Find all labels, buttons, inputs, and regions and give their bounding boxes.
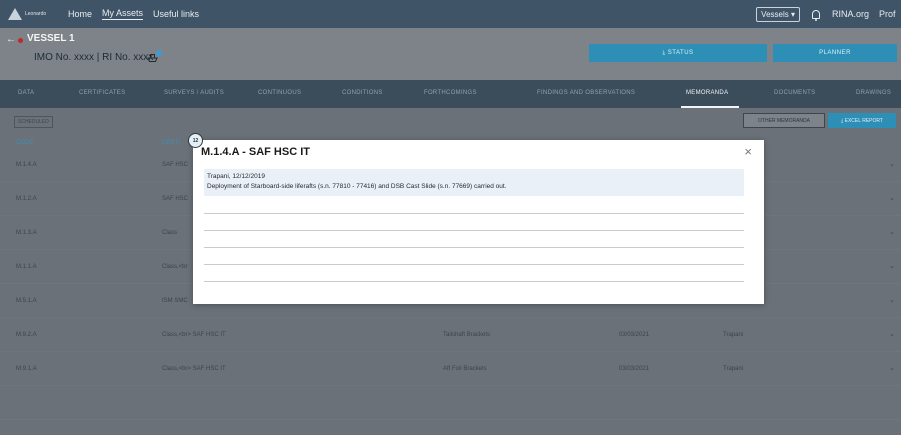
divider — [204, 247, 744, 248]
cell-code: M.1.2.A — [16, 196, 37, 202]
cell-code: M.9.1.A — [16, 366, 37, 372]
table-row[interactable]: M.9.2.A Class,<br> SAF HSC IT Tailshaft … — [0, 318, 901, 352]
vessel-imo: IMO No. xxxx | RI No. xxxx — [34, 52, 154, 63]
planner-button[interactable]: PLANNER — [773, 44, 897, 62]
divider — [204, 230, 744, 231]
dialog-title: M.1.4.A - SAF HSC IT — [201, 146, 310, 158]
divider — [204, 213, 744, 214]
leonardo-logo[interactable]: Leonardo — [8, 5, 58, 23]
profile-link[interactable]: Prof — [879, 9, 901, 19]
logo-text: Leonardo — [25, 11, 47, 17]
cell-certificate: Class,<br> SAF HSC IT — [162, 332, 226, 338]
tab-conditions[interactable]: CONDITIONS — [342, 90, 383, 96]
tab-findings[interactable]: FINDINGS AND OBSERVATIONS — [537, 90, 635, 96]
cell-certificate: ISM SMC — [162, 298, 188, 304]
cell-certificate: Class,<br — [162, 264, 188, 270]
column-header-code[interactable]: CODE — [16, 140, 33, 146]
vessel-header: ← VESSEL 1 IMO No. xxxx | RI No. xxxx ⤓ … — [0, 28, 901, 80]
table-row[interactable]: M.9.1.A Class,<br> SAF HSC IT Aft Foil B… — [0, 352, 901, 386]
chevron-down-icon[interactable]: ⌄ — [889, 160, 895, 168]
cell-certificate: Class,<br> SAF HSC IT — [162, 366, 226, 372]
cell-code: M.1.3.A — [16, 230, 37, 236]
top-navbar: Leonardo Home My Assets Useful links Ves… — [0, 0, 901, 28]
nav-useful-links[interactable]: Useful links — [153, 9, 199, 19]
cell-code: M.1.1.A — [16, 264, 37, 270]
memo-place-date: Trapani, 12/12/2019 — [207, 173, 265, 180]
cell-certificate: SAF HSC — [162, 162, 189, 168]
tab-memoranda[interactable]: MEMORANDA — [686, 90, 728, 96]
cell-code: M.1.4.A — [16, 162, 37, 168]
step-number-badge: 12 — [188, 133, 203, 148]
memo-text: Deployment of Starboard-side liferafts (… — [207, 183, 507, 190]
cell-item: Aft Foil Brackets — [443, 366, 487, 372]
rina-link[interactable]: RINA.org — [832, 9, 869, 19]
tab-surveys-audits[interactable]: SURVEYS / AUDITS — [164, 90, 224, 96]
chevron-down-icon[interactable]: ⌄ — [889, 296, 895, 304]
section-tabs: DATA CERTIFICATES SURVEYS / AUDITS CONTI… — [0, 80, 901, 108]
tab-drawings[interactable]: DRAWINGS — [856, 90, 891, 96]
chevron-down-icon[interactable]: ⌄ — [889, 364, 895, 372]
chevron-down-icon[interactable]: ⌄ — [889, 262, 895, 270]
cell-item: Tailshaft Brackets — [443, 332, 491, 338]
cell-place: Trapani — [723, 332, 744, 338]
memo-dialog: M.1.4.A - SAF HSC IT × Trapani, 12/12/20… — [193, 140, 764, 304]
nav-my-assets[interactable]: My Assets — [102, 8, 144, 20]
bell-icon[interactable] — [811, 9, 820, 21]
cell-date: 03/03/2021 — [619, 332, 650, 338]
active-tab-indicator — [681, 106, 739, 108]
cell-place: Trapani — [723, 366, 744, 372]
table-row-empty — [0, 386, 901, 420]
chevron-down-icon[interactable]: ⌄ — [889, 194, 895, 202]
tab-forthcomings[interactable]: FORTHCOMINGS — [424, 90, 477, 96]
status-dot-icon — [18, 38, 23, 43]
tab-certificates[interactable]: CERTIFICATES — [79, 90, 125, 96]
back-arrow-icon[interactable]: ← — [6, 34, 16, 45]
vessel-title: VESSEL 1 — [27, 33, 75, 44]
cell-code: M.9.2.A — [16, 332, 37, 338]
divider — [204, 281, 744, 282]
memo-entry: Trapani, 12/12/2019 Deployment of Starbo… — [204, 169, 744, 196]
column-header-certificate[interactable]: CERTI — [162, 140, 180, 146]
status-button[interactable]: ⤓ STATUS — [589, 44, 767, 62]
other-memoranda-button[interactable]: OTHER MEMORANDA — [743, 113, 825, 128]
excel-report-button[interactable]: ⤓ EXCEL REPORT — [828, 113, 896, 128]
cell-code: M.5.1.A — [16, 298, 37, 304]
cell-certificate: SAF HSC — [162, 196, 189, 202]
tab-continuous[interactable]: CONTINUOUS — [258, 90, 301, 96]
notification-badge — [156, 50, 162, 56]
divider — [204, 264, 744, 265]
cell-certificate: Class — [162, 230, 178, 236]
logo-mark-icon — [8, 8, 22, 20]
vessels-dropdown[interactable]: Vessels ▾ — [756, 6, 800, 22]
chevron-down-icon[interactable]: ⌄ — [889, 228, 895, 236]
cell-date: 03/03/2021 — [619, 366, 650, 372]
scheduled-filter[interactable]: SCHEDULED — [14, 116, 53, 128]
tab-data[interactable]: DATA — [18, 90, 34, 96]
tab-documents[interactable]: DOCUMENTS — [774, 90, 815, 96]
nav-home[interactable]: Home — [68, 9, 92, 19]
chevron-down-icon[interactable]: ⌄ — [889, 330, 895, 338]
close-icon[interactable]: × — [744, 144, 752, 159]
